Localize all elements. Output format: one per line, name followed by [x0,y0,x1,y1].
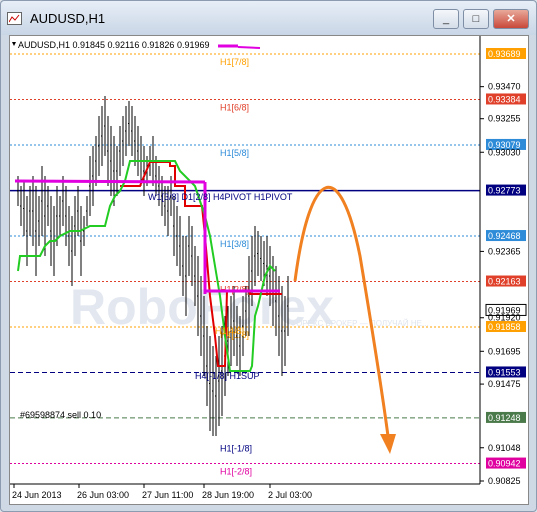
y-tick-label: 0.91475 [488,379,521,389]
y-tick-label: 0.91048 [488,443,521,453]
price-tag-label: 0.90942 [488,459,521,469]
level-label: H1[7/8] [220,57,249,67]
y-tick-label: 0.90825 [488,476,521,486]
price-tag-label: 0.91553 [488,367,521,377]
level-label: H1[3/8] [220,239,249,249]
order-label: #69598874 sell 0.10 [20,410,101,420]
h1-4-8-annotation: H1[4/8] [215,326,244,336]
chart-window: AUDUSD,H1 _ □ ✕ RoboForex ФОРЕКС БРОКЕР … [0,0,537,512]
price-tag-label: 0.91858 [488,322,521,332]
price-tag-label: 0.92468 [488,231,521,241]
x-tick-label: 28 Jun 19:00 [202,490,254,500]
maximize-button[interactable]: □ [463,9,489,29]
pivot-annotation: W1[3/8] D1[2/8] H4PIVOT H1PIVOT [148,192,293,202]
h1sup-annotation: H4[-1/8] H1SUP [195,371,260,381]
price-tag-label: 0.92773 [488,186,521,196]
price-tag-label: 0.92163 [488,277,521,287]
price-tag-label: 0.93384 [488,94,521,104]
level-label: H1[6/8] [220,102,249,112]
pivot-line-top-tail [237,46,261,49]
price-tag-label: 0.93689 [488,49,521,59]
y-tick-label: 0.91695 [488,346,521,356]
title-bar[interactable]: AUDUSD,H1 _ □ ✕ [1,1,536,35]
close-button[interactable]: ✕ [493,9,529,29]
chart-window-icon [7,12,22,25]
symbol-info: AUDUSD,H1 0.91845 0.92116 0.91826 0.9196… [18,40,209,50]
symbol-dropdown-icon [12,42,16,46]
price-chart[interactable]: RoboForex ФОРЕКС БРОКЕР — ПОЛУЧАЙ НЕ... … [9,35,529,505]
level-label: H1[-1/8] [220,444,252,454]
pivot-line-main [14,179,206,184]
price-tag-label: 0.91248 [488,413,521,423]
y-tick-label: 0.91920 [488,313,521,323]
x-tick-label: 24 Jun 2013 [12,490,62,500]
chart-canvas: RoboForex ФОРЕКС БРОКЕР — ПОЛУЧАЙ НЕ... … [10,36,527,500]
y-tick-label: 0.93470 [488,82,521,92]
x-tick-label: 27 Jun 11:00 [142,490,193,500]
forecast-arrowhead [380,434,396,454]
y-tick-label: 0.93255 [488,114,521,124]
x-tick-label: 26 Jun 03:00 [77,490,129,500]
y-tick-label: 0.92365 [488,246,521,256]
window-title: AUDUSD,H1 [30,11,106,26]
minimize-button[interactable]: _ [433,9,459,29]
level-label: H1[5/8] [220,148,249,158]
level-label: H1[-2/8] [220,467,252,477]
y-tick-label: 0.93030 [488,147,521,157]
x-tick-label: 2 Jul 03:00 [268,490,312,500]
